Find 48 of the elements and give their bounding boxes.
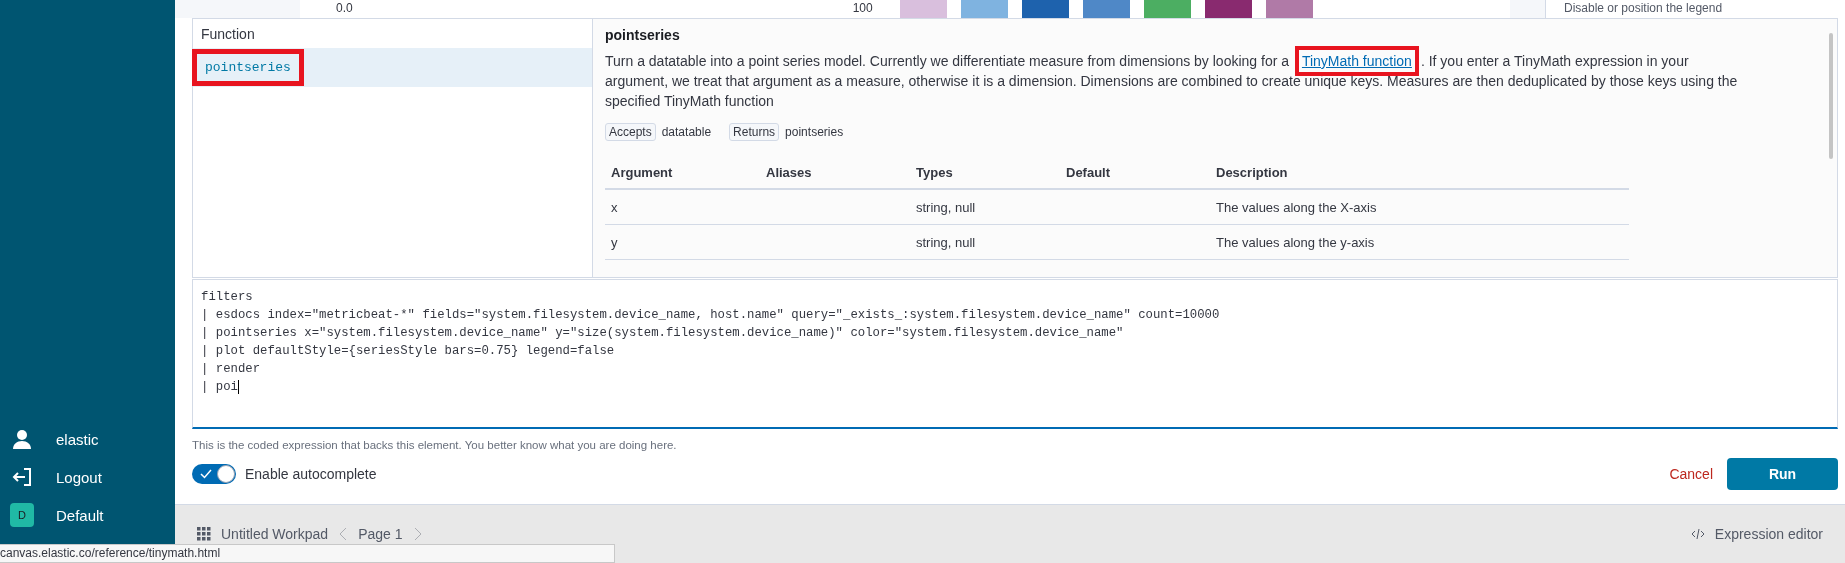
color-swatch[interactable] — [1021, 0, 1069, 18]
table-cell: x — [611, 200, 618, 215]
logout-icon — [10, 465, 34, 489]
scrollbar[interactable] — [1829, 33, 1833, 159]
color-swatch[interactable] — [1265, 0, 1313, 18]
sidebar-item[interactable]: Logout — [56, 468, 102, 486]
column-header: Function — [200, 26, 256, 44]
grid-icon[interactable] — [197, 527, 211, 541]
tinymath-link[interactable]: TinyMath function — [1294, 46, 1419, 76]
expression-editor-button[interactable]: Expression editor — [1684, 525, 1829, 543]
page-label: Page 1 — [358, 526, 403, 542]
help-text: This is the coded expression that backs this element. You better know what you are doing here. — [192, 439, 678, 451]
accepts-type: datatable — [661, 125, 712, 139]
column-header: Aliases — [760, 155, 910, 189]
color-swatch[interactable] — [899, 0, 947, 18]
sidebar-item[interactable]: elastic — [56, 430, 99, 448]
workpad-name[interactable]: Untitled Workpad — [221, 526, 329, 542]
table-cell: y — [611, 235, 618, 250]
user-icon — [10, 427, 34, 451]
check-icon — [200, 469, 212, 479]
cancel-button[interactable]: Cancel — [1663, 465, 1719, 483]
column-header: Description — [1210, 155, 1629, 189]
column-header: Default — [1060, 155, 1210, 189]
table-cell: The values along the X-axis — [1216, 200, 1377, 215]
expression-editor[interactable]: filters | esdocs index="metricbeat-*" fields="system.filesystem.device_name, host.name" query="_exists_:system.filesystem.device_name" count=10000 | pointseries x="system.filesystem.device_name" y="size(system.filesystem.device_name)" color="system.filesystem.device_name" | plot defaultStyle={seriesStyle bars=0.75} legend=false | render | poi — [192, 279, 1838, 429]
space-avatar: D — [10, 503, 34, 527]
accepts-label: Accepts — [605, 123, 656, 141]
function-title: pointseries — [605, 27, 681, 43]
axis-label: 0.0 — [336, 2, 353, 15]
table-cell: string, null — [916, 235, 976, 250]
legend-hint: Disable or position the legend — [1545, 0, 1845, 18]
color-swatch[interactable] — [1143, 0, 1191, 18]
code-icon — [1690, 528, 1705, 540]
function-item[interactable]: pointseries — [193, 48, 592, 87]
table-cell: The values along the y-axis — [1216, 235, 1375, 250]
table-cell: string, null — [916, 200, 976, 215]
returns-type: pointseries — [785, 125, 844, 139]
run-button[interactable]: Run — [1727, 458, 1838, 490]
autocomplete-toggle[interactable]: Enable autocomplete — [192, 464, 377, 484]
returns-label: Returns — [729, 123, 780, 141]
color-swatch[interactable] — [1082, 0, 1130, 18]
column-header: Types — [910, 155, 1060, 189]
column-header: Argument — [605, 155, 760, 189]
sidebar-item[interactable]: Default — [56, 506, 104, 524]
color-swatch[interactable] — [1204, 0, 1252, 18]
status-url: canvas.elastic.co/reference/tinymath.html — [0, 544, 615, 563]
axis-label: 100 — [852, 2, 873, 15]
color-swatch[interactable] — [960, 0, 1008, 18]
